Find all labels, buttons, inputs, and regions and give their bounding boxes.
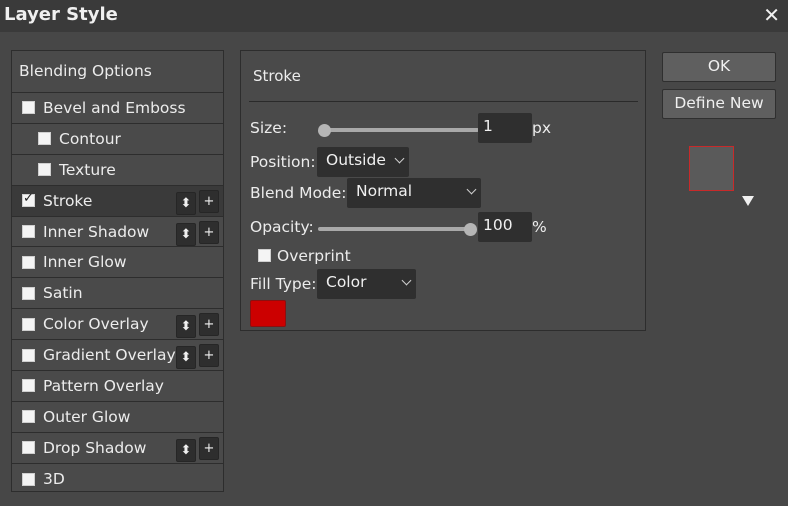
close-icon[interactable]: ✕ xyxy=(763,3,780,27)
stroke-panel: Stroke Size: 1 px Position: Outside Blen… xyxy=(240,50,646,331)
add-instance-button[interactable]: + xyxy=(199,313,219,337)
dialog-title: Layer Style xyxy=(4,4,118,25)
reorder-icon[interactable]: ⬍ xyxy=(176,346,196,370)
title-bar: Layer Style ✕ xyxy=(0,0,788,32)
style-item-3d[interactable]: 3D xyxy=(12,464,223,495)
style-item-gradient-overlay[interactable]: Gradient Overlay ⬍ + xyxy=(12,340,223,372)
style-item-inner-shadow[interactable]: Inner Shadow ⬍ + xyxy=(12,217,223,248)
style-item-label: 3D xyxy=(43,470,65,489)
style-item-pattern-overlay[interactable]: Pattern Overlay xyxy=(12,371,223,402)
reorder-icon[interactable]: ⬍ xyxy=(176,191,196,215)
style-item-stroke[interactable]: Stroke ⬍+ xyxy=(12,185,223,217)
blend-mode-select[interactable]: Normal xyxy=(347,178,481,208)
reorder-icon[interactable]: ⬍ xyxy=(176,315,196,339)
opacity-unit: % xyxy=(532,218,547,236)
opacity-slider-track[interactable] xyxy=(318,227,476,231)
preview-menu-icon[interactable] xyxy=(742,196,754,206)
style-item-label: Contour xyxy=(59,129,121,148)
opacity-label: Opacity: xyxy=(250,218,314,236)
opacity-slider-handle[interactable] xyxy=(464,223,477,236)
style-item-label: Drop Shadow xyxy=(43,438,147,457)
size-input[interactable]: 1 xyxy=(478,113,532,143)
style-item-label: Gradient Overlay xyxy=(43,346,176,365)
fill-type-select[interactable]: Color xyxy=(317,269,416,299)
add-instance-button[interactable]: + xyxy=(199,189,219,213)
style-item-label: Bevel and Emboss xyxy=(43,98,186,117)
style-item-label: Pattern Overlay xyxy=(43,376,164,395)
define-new-button[interactable]: Define New xyxy=(662,89,776,119)
style-item-drop-shadow[interactable]: Drop Shadow ⬍ + xyxy=(12,433,223,464)
style-preview xyxy=(689,146,734,191)
size-label: Size: xyxy=(250,119,288,137)
opacity-input[interactable]: 100 xyxy=(478,212,532,242)
style-item-color-overlay[interactable]: Color Overlay ⬍ + xyxy=(12,309,223,341)
style-checkbox[interactable] xyxy=(22,348,35,362)
chevron-down-icon xyxy=(466,184,477,195)
style-checkbox[interactable] xyxy=(38,163,51,177)
style-item-contour[interactable]: Contour xyxy=(12,124,223,155)
blend-mode-label: Blend Mode: xyxy=(250,184,347,202)
ok-button[interactable]: OK xyxy=(662,52,776,82)
blend-mode-value: Normal xyxy=(356,182,413,200)
style-checkbox[interactable] xyxy=(22,410,35,424)
style-checkbox[interactable] xyxy=(22,379,35,393)
style-checkbox[interactable] xyxy=(22,101,35,115)
panel-title: Stroke xyxy=(253,67,301,85)
style-item-label: Outer Glow xyxy=(43,407,131,426)
style-item-label: Inner Glow xyxy=(43,253,127,272)
style-item-bevel-and-emboss[interactable]: Bevel and Emboss xyxy=(12,93,223,124)
size-slider-track[interactable] xyxy=(321,128,479,132)
position-value: Outside xyxy=(326,151,386,169)
style-item-label: Satin xyxy=(43,284,83,303)
add-instance-button[interactable]: + xyxy=(199,344,219,368)
position-select[interactable]: Outside xyxy=(317,147,409,177)
style-checkbox[interactable] xyxy=(22,255,35,269)
style-item-inner-glow[interactable]: Inner Glow xyxy=(12,247,223,279)
style-checkbox[interactable] xyxy=(38,132,51,146)
style-item-satin[interactable]: Satin xyxy=(12,278,223,310)
add-instance-button[interactable]: + xyxy=(199,436,219,460)
divider xyxy=(249,101,638,102)
overprint-label: Overprint xyxy=(277,247,351,265)
position-label: Position: xyxy=(250,153,316,171)
style-item-outer-glow[interactable]: Outer Glow xyxy=(12,402,223,433)
style-item-label: Inner Shadow xyxy=(43,222,150,241)
style-checkbox[interactable] xyxy=(22,441,35,455)
reorder-icon[interactable]: ⬍ xyxy=(176,438,196,462)
size-slider-handle[interactable] xyxy=(318,124,331,137)
chevron-down-icon xyxy=(401,275,412,286)
style-item-label: Stroke xyxy=(43,191,93,210)
style-checkbox[interactable] xyxy=(22,317,35,331)
style-item-label: Texture xyxy=(59,160,116,179)
style-item-texture[interactable]: Texture xyxy=(12,155,223,186)
fill-type-value: Color xyxy=(326,273,367,291)
reorder-icon[interactable]: ⬍ xyxy=(176,222,196,246)
blending-options-item[interactable]: Blending Options xyxy=(12,51,223,93)
add-instance-button[interactable]: + xyxy=(199,220,219,244)
size-unit: px xyxy=(532,119,552,137)
fill-color-swatch[interactable] xyxy=(250,300,286,327)
style-checkbox[interactable] xyxy=(22,286,35,300)
style-list: Blending Options Bevel and Emboss Contour… xyxy=(11,50,224,492)
style-checkbox[interactable] xyxy=(22,472,35,486)
style-item-label: Color Overlay xyxy=(43,315,149,334)
fill-type-label: Fill Type: xyxy=(250,275,317,293)
overprint-checkbox[interactable] xyxy=(258,249,271,262)
style-checkbox[interactable] xyxy=(22,191,35,208)
chevron-down-icon xyxy=(394,153,405,164)
style-checkbox[interactable] xyxy=(22,225,35,238)
